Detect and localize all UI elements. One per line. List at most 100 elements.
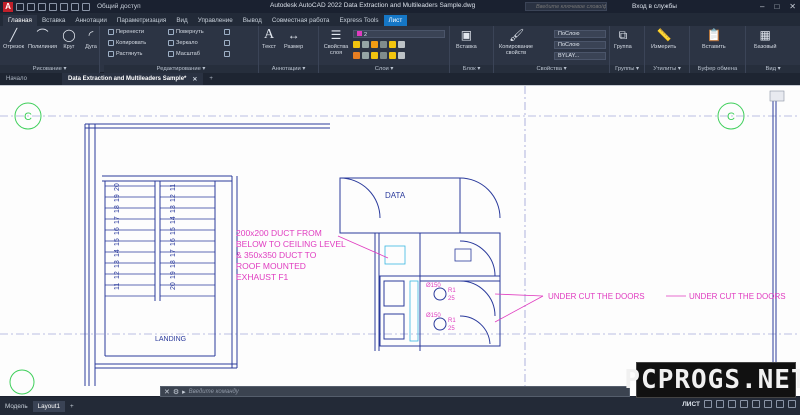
- fillet-button[interactable]: [224, 40, 230, 46]
- ribbon-tab-8[interactable]: Express Tools: [334, 15, 383, 26]
- doc-tab-start-label: Начало: [6, 76, 27, 82]
- scale-button[interactable]: Масштаб: [168, 51, 200, 57]
- layer-walk-icon[interactable]: [398, 52, 405, 59]
- layer-current-icon[interactable]: [389, 52, 396, 59]
- save-icon[interactable]: [38, 2, 46, 11]
- viewcube-icon[interactable]: [769, 90, 785, 102]
- new-tab-button[interactable]: +: [203, 73, 219, 85]
- close-command-line-icon[interactable]: ✕: [164, 388, 170, 396]
- layer-unisolate-icon[interactable]: [380, 52, 387, 59]
- close-tab-icon[interactable]: ✕: [192, 76, 197, 83]
- ribbon-tab-2[interactable]: Аннотации: [70, 15, 111, 26]
- search-input[interactable]: [525, 2, 607, 11]
- grid-icon[interactable]: [704, 400, 712, 408]
- layer-match-icon[interactable]: [389, 41, 396, 48]
- ortho-icon[interactable]: [728, 400, 736, 408]
- minimize-button[interactable]: –: [760, 2, 764, 11]
- polyline-button[interactable]: ⌒ Полилиния: [28, 28, 57, 50]
- ribbon-tab-4[interactable]: Вид: [171, 15, 192, 26]
- layer-properties-button[interactable]: ☰ Свойства слоя: [323, 28, 349, 56]
- view-panel-label[interactable]: Вид ▾: [746, 65, 800, 73]
- utilities-panel-label[interactable]: Утилиты ▾: [645, 65, 689, 73]
- add-layout-button[interactable]: +: [65, 401, 79, 412]
- text-button[interactable]: A Текст: [262, 27, 276, 51]
- workspace-icon[interactable]: [776, 400, 784, 408]
- polar-icon[interactable]: [740, 400, 748, 408]
- mirror-button[interactable]: Зеркало: [168, 40, 198, 46]
- layer-previous-icon[interactable]: [398, 41, 405, 48]
- close-button[interactable]: ✕: [789, 2, 796, 11]
- lineweight-dropdown[interactable]: BYLAY...: [554, 52, 606, 60]
- stretch-button[interactable]: Растянуть: [108, 51, 142, 57]
- trim-button[interactable]: [224, 29, 230, 35]
- linetype-dropdown[interactable]: ПоСлою: [554, 41, 606, 49]
- insert-block-button[interactable]: ▣ Вставка: [456, 28, 477, 50]
- osnap-icon[interactable]: [752, 400, 760, 408]
- doc-tab-start[interactable]: Начало: [0, 73, 62, 85]
- ribbon-tab-5[interactable]: Управление: [193, 15, 238, 26]
- command-input[interactable]: Введите команду: [189, 389, 239, 395]
- color-dropdown[interactable]: ПоСлою: [554, 30, 606, 38]
- paper-space-toggle[interactable]: ЛИСТ: [682, 401, 700, 408]
- paste-button[interactable]: 📋 Вставить: [702, 28, 726, 50]
- layout1-tab[interactable]: Layout1: [32, 400, 66, 412]
- ribbon-tab-7[interactable]: Совместная работа: [267, 15, 335, 26]
- watermark: PCPROGS.NET: [624, 362, 800, 398]
- model-tab[interactable]: Модель: [0, 401, 33, 412]
- command-line[interactable]: ✕ ⚙ ▸ Введите команду: [160, 386, 630, 397]
- modify-panel-label[interactable]: Редактирование ▾: [104, 65, 258, 73]
- layer-isolate-icon[interactable]: [380, 41, 387, 48]
- line-button[interactable]: ╱ Отрезок: [3, 28, 24, 50]
- undo-icon[interactable]: [71, 2, 79, 11]
- clipboard-panel-label[interactable]: Буфер обмена: [690, 65, 745, 73]
- doc-tab-current[interactable]: Data Extraction and Multileaders Sample*…: [62, 73, 204, 85]
- match-properties-button[interactable]: 🖌 Копирование свойств: [496, 28, 536, 56]
- text-icon: A: [263, 27, 275, 42]
- drawing-viewport[interactable]: C C 20 11 19 12 18 13 17 14 16 15 15 16 14 17 13 18 12 19…: [0, 85, 800, 396]
- layer-thaw-icon[interactable]: [362, 52, 369, 59]
- groups-panel-label[interactable]: Группы ▾: [610, 65, 644, 73]
- save-as-icon[interactable]: [49, 2, 57, 11]
- maximize-button[interactable]: □: [774, 2, 779, 11]
- share-button[interactable]: Общий доступ: [97, 3, 141, 10]
- dimension-button[interactable]: ↔ Размер: [284, 28, 303, 50]
- customize-status-icon[interactable]: [788, 400, 796, 408]
- layer-on-icon[interactable]: [353, 41, 360, 48]
- open-file-icon[interactable]: [27, 2, 35, 11]
- layer-freeze-icon[interactable]: [362, 41, 369, 48]
- drawing-canvas[interactable]: C C 20 11 19 12 18 13 17 14 16 15 15 16 14 17 13 18 12 19…: [0, 86, 800, 396]
- layer-off-icon[interactable]: [353, 52, 360, 59]
- draw-panel-label[interactable]: Рисование ▾: [0, 65, 99, 73]
- snap-icon[interactable]: [716, 400, 724, 408]
- arc-button[interactable]: ◜ Дуга: [84, 28, 98, 50]
- layer-unlock-icon[interactable]: [371, 52, 378, 59]
- circle-button[interactable]: ◯ Круг: [62, 28, 76, 50]
- copy-button[interactable]: Копировать: [108, 40, 146, 46]
- ribbon-tab-3[interactable]: Параметризация: [112, 15, 171, 26]
- annotation-panel-label[interactable]: Аннотации ▾: [259, 65, 318, 73]
- customize-icon[interactable]: ⚙: [173, 388, 179, 396]
- signin-button[interactable]: Вход в службы: [632, 3, 677, 10]
- base-view-button[interactable]: ▦ Базовый: [754, 28, 776, 50]
- ribbon-tab-6[interactable]: Вывод: [238, 15, 267, 26]
- autocad-logo-icon[interactable]: A: [3, 1, 13, 12]
- ribbon-tab-1[interactable]: Вставка: [37, 15, 70, 26]
- annotation-scale-icon[interactable]: [764, 400, 772, 408]
- move-icon: [108, 29, 114, 35]
- array-button[interactable]: [224, 51, 230, 57]
- stair-number: 13: [114, 260, 121, 268]
- layers-panel-label[interactable]: Слои ▾: [319, 65, 449, 73]
- ribbon-tab-9[interactable]: Лист: [383, 15, 408, 26]
- new-file-icon[interactable]: [16, 2, 24, 11]
- move-button[interactable]: Перенести: [108, 29, 144, 35]
- properties-panel-label[interactable]: Свойства ▾: [494, 65, 609, 73]
- print-icon[interactable]: [60, 2, 68, 11]
- current-layer-dropdown[interactable]: 2: [353, 30, 445, 38]
- group-button[interactable]: ⧉ Группа: [614, 28, 632, 50]
- rotate-button[interactable]: Повернуть: [168, 29, 204, 35]
- measure-button[interactable]: 📏 Измерить: [651, 28, 676, 50]
- layer-lock-icon[interactable]: [371, 41, 378, 48]
- redo-icon[interactable]: [82, 2, 90, 11]
- block-panel-label[interactable]: Блок ▾: [450, 65, 493, 73]
- ribbon-tab-0[interactable]: Главная: [3, 15, 37, 26]
